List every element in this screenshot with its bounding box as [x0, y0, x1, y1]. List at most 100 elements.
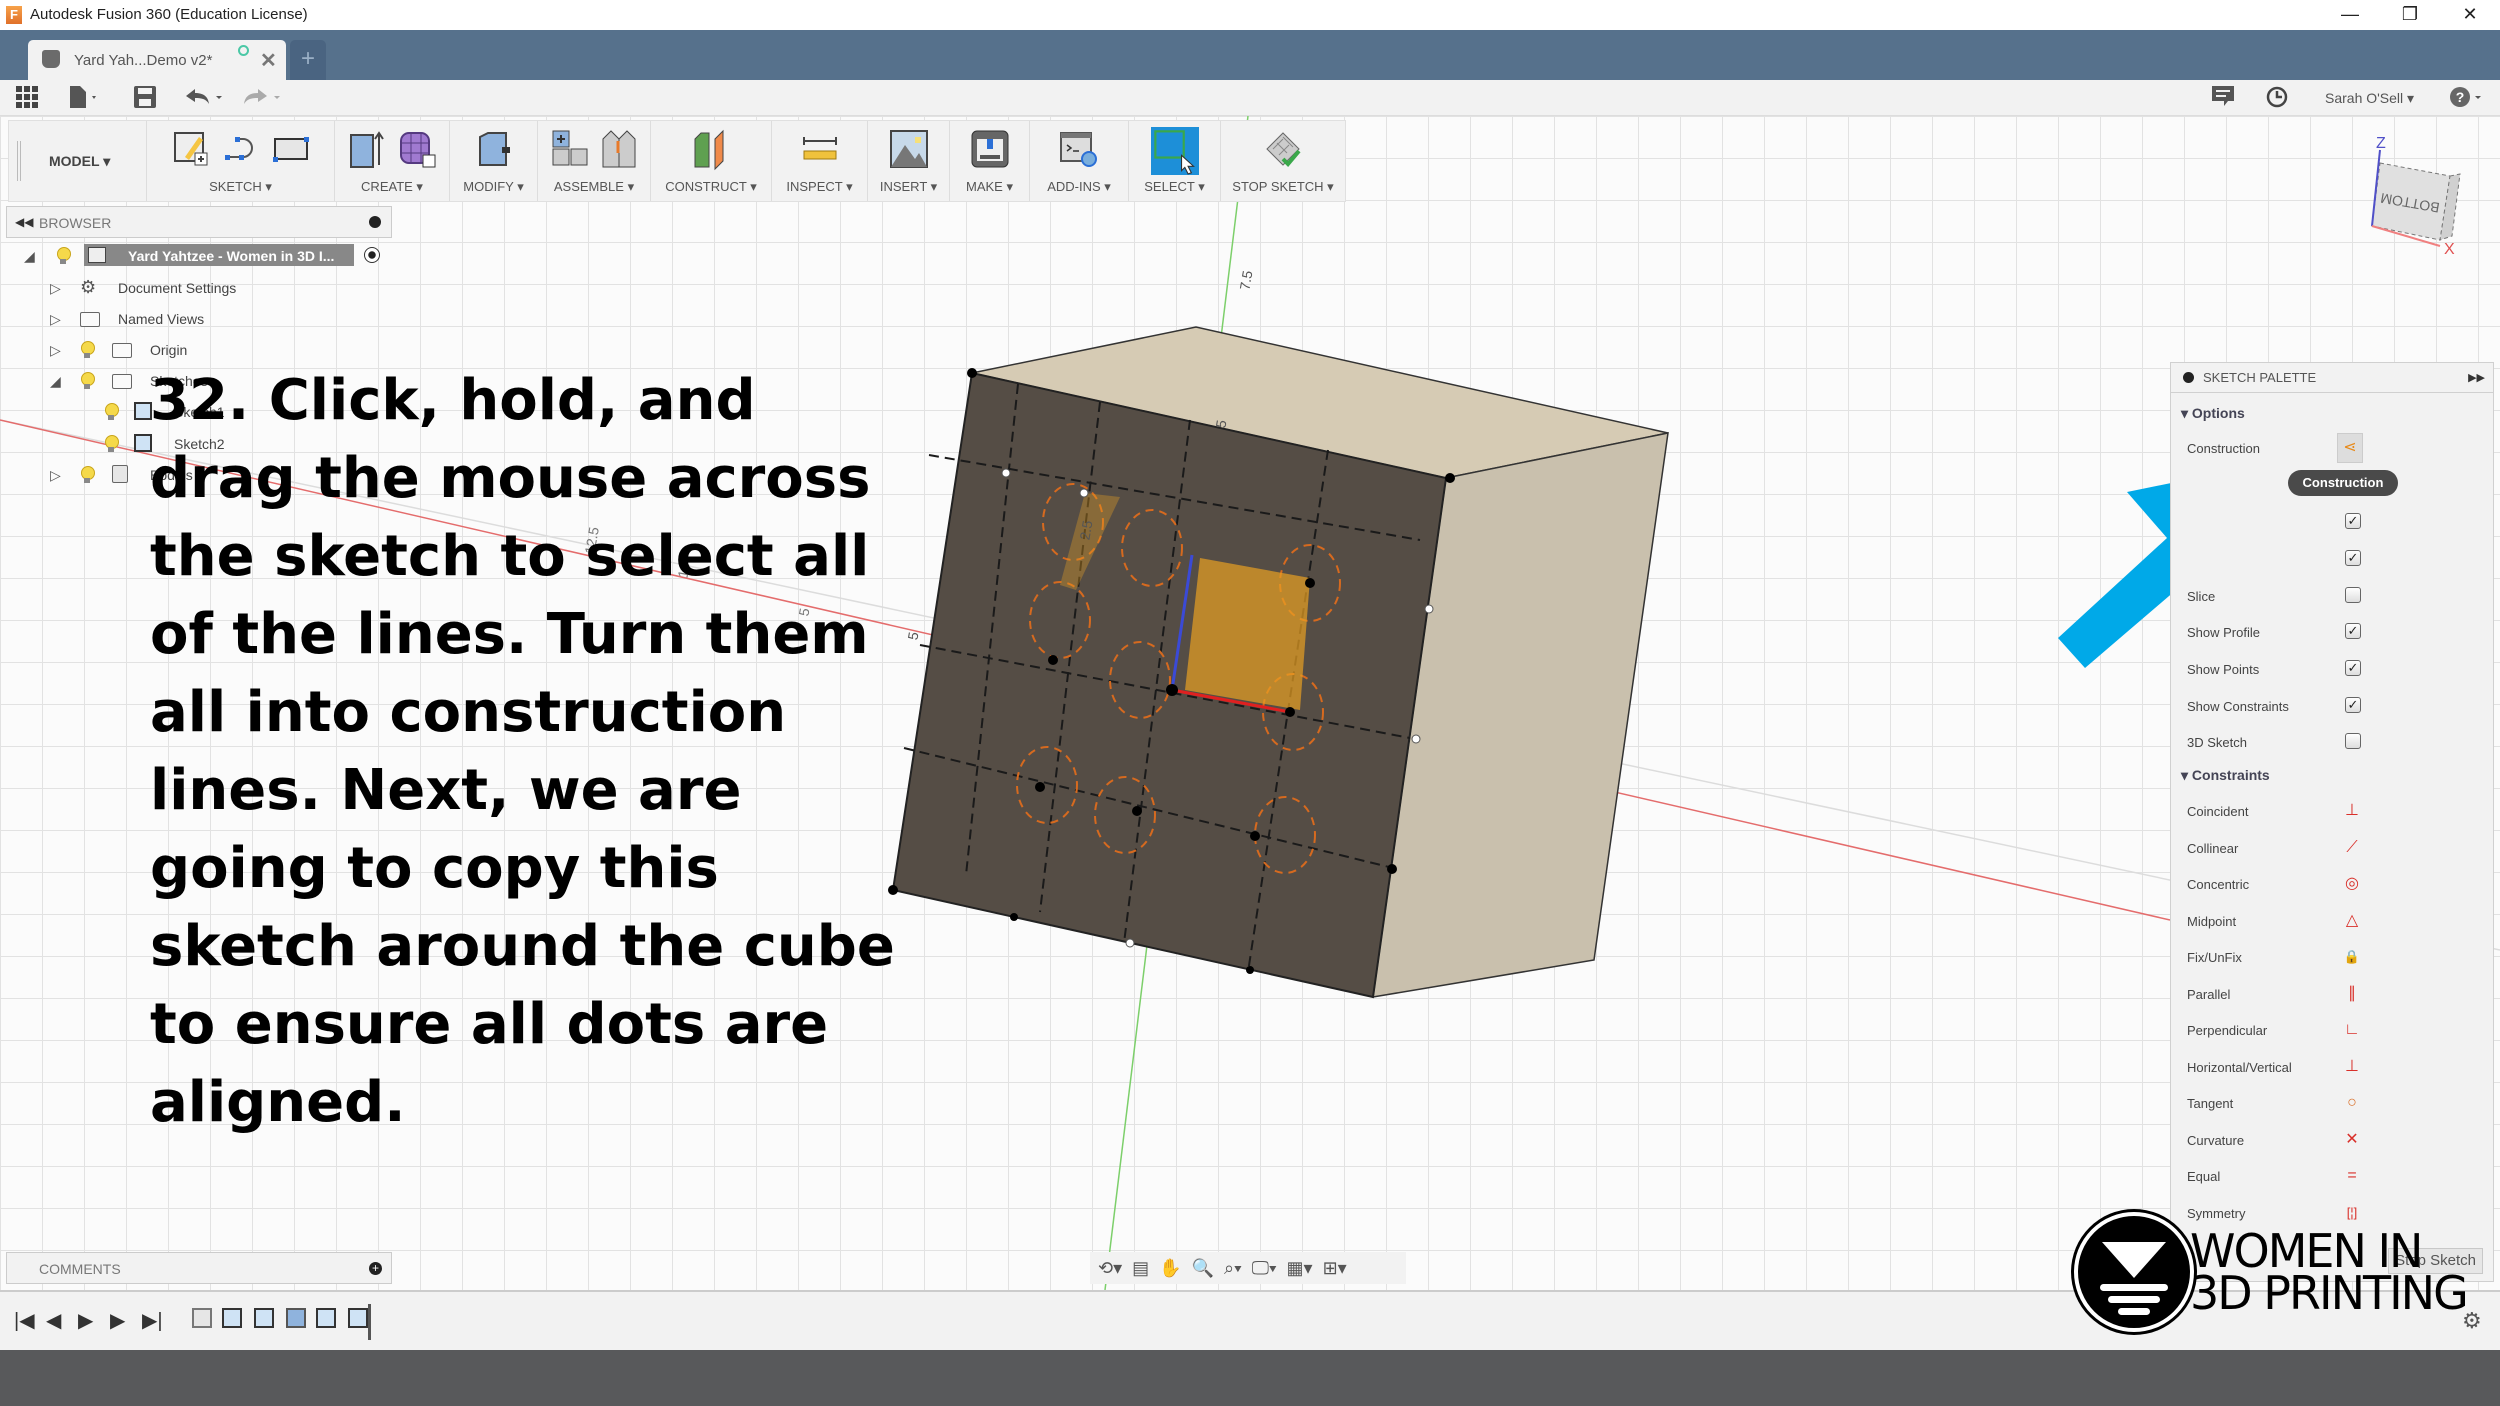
- document-tab[interactable]: Yard Yah...Demo v2* ✕: [28, 40, 286, 80]
- zoom-icon[interactable]: 🔍: [1192, 1258, 1214, 1279]
- constraint-parallel[interactable]: Parallel ∥: [2187, 985, 2356, 1002]
- collinear-icon[interactable]: ⟋: [2339, 838, 2365, 858]
- browser-item-named-views[interactable]: ▷ Named Views: [50, 307, 250, 331]
- toolbar-group-make[interactable]: MAKE ▾: [950, 121, 1030, 201]
- toolbar-group-select[interactable]: SELECT ▾: [1129, 121, 1221, 201]
- timeline-feature-component[interactable]: [192, 1308, 212, 1328]
- constraint-horizontal-vertical[interactable]: Horizontal/Vertical ⊥: [2187, 1058, 2359, 1075]
- expand-icon[interactable]: ◢: [24, 248, 35, 265]
- toolbar-group-construct[interactable]: CONSTRUCT ▾: [651, 121, 772, 201]
- toolbar-grip[interactable]: [17, 141, 21, 181]
- timeline-play-button[interactable]: ▶: [78, 1308, 93, 1333]
- scripts-icon[interactable]: [1059, 127, 1099, 171]
- timeline-feature-extrude[interactable]: [286, 1308, 306, 1328]
- browser-pin-icon[interactable]: [369, 216, 381, 228]
- toolbar-group-label[interactable]: CONSTRUCT ▾: [651, 179, 771, 195]
- expand-icon[interactable]: ◢: [50, 373, 61, 390]
- sketch-point[interactable]: [967, 368, 977, 378]
- sketch-palette-header[interactable]: SKETCH PALETTE ▶▶: [2171, 363, 2493, 393]
- options-section-header[interactable]: ▾ Options: [2181, 405, 2245, 422]
- toolbar-group-label[interactable]: INSPECT ▾: [772, 179, 867, 195]
- toolbar-group-label[interactable]: STOP SKETCH ▾: [1221, 179, 1345, 195]
- sketch-point[interactable]: [1010, 913, 1018, 921]
- toolbar-group-label[interactable]: SKETCH ▾: [147, 179, 334, 195]
- visibility-bulb-icon[interactable]: [104, 435, 119, 453]
- browser-root-row[interactable]: ◢ Yard Yahtzee - Women in 3D I...: [24, 244, 389, 268]
- comment-icon[interactable]: [2212, 86, 2234, 110]
- constraint-perpendicular[interactable]: Perpendicular ∟: [2187, 1021, 2360, 1038]
- press-pull-icon[interactable]: [474, 127, 514, 171]
- select-icon[interactable]: [1150, 127, 1200, 175]
- lock-icon[interactable]: 🔒: [2339, 947, 2365, 967]
- toolbar-group-label[interactable]: MODIFY ▾: [450, 179, 537, 195]
- perpendicular-icon[interactable]: ∟: [2339, 1020, 2365, 1040]
- 3d-sketch-checkbox[interactable]: [2345, 733, 2361, 749]
- extrude-icon[interactable]: [347, 127, 387, 171]
- symmetry-icon[interactable]: [¦]: [2339, 1203, 2365, 1223]
- construction-toggle-button[interactable]: ⋖: [2337, 433, 2363, 463]
- midpoint-icon[interactable]: △: [2339, 911, 2365, 931]
- grid-icon[interactable]: [16, 86, 38, 110]
- palette-pin-icon[interactable]: [2183, 372, 2194, 383]
- save-icon[interactable]: [134, 86, 156, 110]
- file-icon[interactable]: [70, 86, 100, 110]
- collapse-browser-icon[interactable]: ◀◀: [15, 215, 33, 229]
- line-arc-icon[interactable]: [221, 127, 261, 171]
- show-profile-checkbox[interactable]: ✓: [2345, 623, 2361, 639]
- sketch-point[interactable]: [1285, 707, 1295, 717]
- sketch-point[interactable]: [1305, 578, 1315, 588]
- visibility-bulb-icon[interactable]: [80, 341, 95, 359]
- timeline-first-button[interactable]: |◀: [14, 1308, 35, 1333]
- visibility-bulb-icon[interactable]: [80, 466, 95, 484]
- toolbar-group-modify[interactable]: MODIFY ▾: [450, 121, 538, 201]
- toolbar-group-stop-sketch[interactable]: STOP SKETCH ▾: [1221, 121, 1345, 201]
- timeline-feature-sketch[interactable]: [348, 1308, 368, 1328]
- show-constraints-checkbox[interactable]: ✓: [2345, 697, 2361, 713]
- toolbar-group-label[interactable]: INSERT ▾: [868, 179, 949, 195]
- option-checkbox[interactable]: ✓: [2345, 513, 2361, 529]
- parallel-icon[interactable]: ∥: [2339, 984, 2365, 1004]
- minimize-button[interactable]: —: [2320, 0, 2380, 30]
- toolbar-group-sketch[interactable]: SKETCH ▾: [147, 121, 335, 201]
- fit-icon[interactable]: ⌕▾: [1224, 1258, 1242, 1279]
- view-cube[interactable]: BOTTOM Z X: [2371, 135, 2461, 258]
- activate-radio[interactable]: [364, 247, 380, 263]
- display-settings-icon[interactable]: 🖵▾: [1252, 1258, 1277, 1279]
- constraint-tangent[interactable]: Tangent ○: [2187, 1094, 2357, 1111]
- close-window-button[interactable]: ✕: [2440, 0, 2500, 30]
- finish-sketch-icon[interactable]: [1263, 127, 1303, 171]
- origin-plane[interactable]: [1185, 558, 1310, 710]
- undo-icon[interactable]: [186, 86, 226, 110]
- toolbar-group-add-ins[interactable]: ADD-INS ▾: [1030, 121, 1129, 201]
- timeline-feature-sketch[interactable]: [316, 1308, 336, 1328]
- visibility-bulb-icon[interactable]: [80, 372, 95, 390]
- pan-icon[interactable]: ✋: [1159, 1258, 1181, 1279]
- joint-icon[interactable]: [599, 127, 639, 171]
- visibility-bulb-icon[interactable]: [104, 403, 119, 421]
- toolbar-group-create[interactable]: CREATE ▾: [335, 121, 450, 201]
- workspace-dropdown[interactable]: MODEL ▾: [49, 153, 110, 170]
- toolbar-group-label[interactable]: ASSEMBLE ▾: [538, 179, 650, 195]
- look-at-icon[interactable]: ▤: [1132, 1258, 1149, 1279]
- expand-palette-icon[interactable]: ▶▶: [2468, 371, 2485, 384]
- sketch-point[interactable]: [1125, 938, 1135, 948]
- new-component-icon[interactable]: [549, 127, 589, 171]
- slice-checkbox[interactable]: [2345, 587, 2361, 603]
- sketch-point[interactable]: [1250, 831, 1260, 841]
- timeline-marker[interactable]: [368, 1304, 371, 1340]
- add-comment-icon[interactable]: +: [369, 1262, 382, 1275]
- constraint-curvature[interactable]: Curvature ✕: [2187, 1131, 2359, 1148]
- browser-item-document-settings[interactable]: ▷ ⚙ Document Settings: [50, 276, 250, 300]
- toolbar-group-label[interactable]: ADD-INS ▾: [1030, 179, 1128, 195]
- clock-icon[interactable]: [2266, 86, 2288, 110]
- sketch-point[interactable]: [1035, 782, 1045, 792]
- expand-icon[interactable]: ▷: [50, 280, 61, 297]
- sketch-point[interactable]: [1001, 468, 1011, 478]
- concentric-icon[interactable]: ◎: [2339, 874, 2365, 894]
- sketch-point[interactable]: [1445, 473, 1455, 483]
- coincident-icon[interactable]: ⊥: [2339, 801, 2365, 821]
- curvature-icon[interactable]: ✕: [2339, 1130, 2365, 1150]
- constraint-fix-unfix[interactable]: Fix/UnFix 🔒: [2187, 949, 2360, 965]
- sketch-point[interactable]: [1048, 655, 1058, 665]
- origin-point[interactable]: [1166, 684, 1178, 696]
